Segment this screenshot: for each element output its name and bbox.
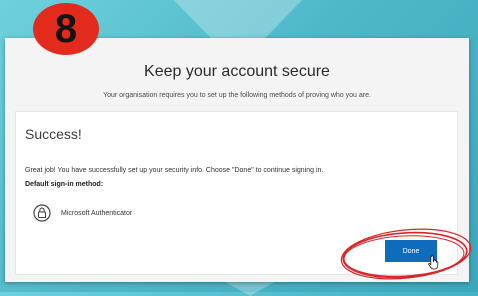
success-message: Great job! You have successfully set up … bbox=[25, 167, 324, 174]
step-number-badge: 8 bbox=[33, 3, 99, 55]
authenticator-lock-icon bbox=[33, 204, 51, 222]
success-heading: Success! bbox=[25, 126, 82, 142]
hand-pointer-icon bbox=[428, 254, 439, 270]
default-method-label: Default sign-in method: bbox=[25, 181, 104, 188]
authenticator-method: Microsoft Authenticator bbox=[61, 210, 133, 217]
page-title: Keep your account secure bbox=[144, 63, 330, 80]
page-subtitle: Your organisation requires you to set up… bbox=[103, 92, 371, 99]
